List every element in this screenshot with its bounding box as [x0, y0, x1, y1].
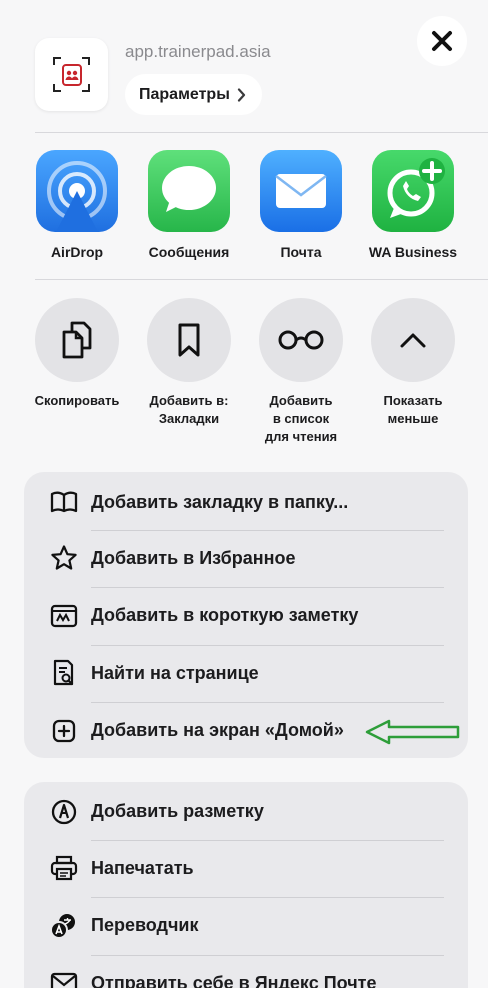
site-url: app.trainerpad.asia	[125, 42, 271, 61]
book-icon	[49, 487, 79, 517]
menu-label: Напечатать	[91, 857, 194, 878]
divider	[35, 132, 488, 133]
airdrop-icon	[36, 150, 118, 232]
menu-label: Найти на странице	[91, 662, 259, 683]
actions-menu-1: Добавить закладку в папку... Добавить в …	[24, 472, 468, 758]
app-label: Почта	[280, 244, 322, 260]
bookmark-icon	[147, 298, 231, 382]
menu-item-markup[interactable]: Добавить разметку	[24, 782, 468, 840]
app-mail[interactable]: Почта	[245, 150, 357, 260]
glasses-icon	[259, 298, 343, 382]
menu-item-quick-note[interactable]: Добавить в короткую заметку	[24, 587, 468, 645]
action-label: Добавить в: Закладки	[149, 393, 229, 426]
translate-icon	[49, 911, 79, 941]
close-icon	[432, 31, 452, 51]
markup-icon	[49, 797, 79, 827]
options-label: Параметры	[139, 85, 230, 103]
site-thumbnail	[35, 38, 108, 111]
actions-row: Скопировать Добавить в: Закладки Добавит…	[0, 298, 488, 448]
menu-label: Добавить в короткую заметку	[91, 605, 359, 626]
mail-icon	[260, 150, 342, 232]
print-icon	[49, 853, 79, 883]
options-button[interactable]: Параметры	[125, 74, 262, 115]
annotation-arrow-icon	[365, 719, 460, 745]
messages-icon	[148, 150, 230, 232]
find-on-page-icon	[49, 658, 79, 688]
actions-menu-2: Добавить разметку Напечатать Переводчик …	[24, 782, 468, 988]
menu-label: Отправить себе в Яндекс Почте	[91, 972, 377, 988]
apps-row: AirDrop Сообщения Почта WA Business	[0, 150, 488, 265]
app-airdrop[interactable]: AirDrop	[21, 150, 133, 260]
menu-item-print[interactable]: Напечатать	[24, 839, 468, 898]
star-icon	[49, 543, 79, 573]
app-label: Сообщения	[148, 244, 230, 260]
action-add-bookmark[interactable]: Добавить в: Закладки	[133, 298, 245, 428]
app-wa-business[interactable]: WA Business	[357, 150, 469, 260]
trainerpad-logo-icon	[61, 63, 82, 86]
action-label: Добавить в список для чтения	[264, 393, 338, 444]
menu-label: Переводчик	[91, 915, 199, 936]
divider	[35, 279, 488, 280]
menu-label: Добавить разметку	[91, 801, 264, 822]
app-label: WA Business	[368, 244, 458, 260]
menu-item-add-favorites[interactable]: Добавить в Избранное	[24, 529, 468, 588]
menu-item-send-yandex-mail[interactable]: Отправить себе в Яндекс Почте	[24, 954, 468, 988]
quick-note-icon	[49, 601, 79, 631]
menu-item-find-on-page[interactable]: Найти на странице	[24, 644, 468, 703]
action-copy[interactable]: Скопировать	[21, 298, 133, 410]
menu-item-translate[interactable]: Переводчик	[24, 897, 468, 955]
action-label: Скопировать	[34, 393, 120, 408]
add-square-icon	[49, 716, 79, 746]
chevron-up-icon	[371, 298, 455, 382]
chevron-right-icon	[237, 87, 245, 102]
whatsapp-business-icon	[372, 150, 454, 232]
app-label: AirDrop	[50, 244, 104, 260]
action-reading-list[interactable]: Добавить в список для чтения	[245, 298, 357, 446]
share-header: app.trainerpad.asia Параметры	[0, 0, 488, 133]
copy-icon	[35, 298, 119, 382]
menu-label: Добавить в Избранное	[91, 547, 296, 568]
menu-label: Добавить закладку в папку...	[91, 491, 349, 512]
envelope-icon	[49, 968, 79, 988]
action-label: Показать меньше	[383, 393, 443, 426]
action-show-less[interactable]: Показать меньше	[357, 298, 469, 428]
app-messages[interactable]: Сообщения	[133, 150, 245, 260]
close-button[interactable]	[417, 16, 467, 66]
menu-item-add-bookmark-folder[interactable]: Добавить закладку в папку...	[24, 472, 468, 530]
menu-label: Добавить на экран «Домой»	[91, 720, 344, 741]
share-sheet: app.trainerpad.asia Параметры AirDrop Со…	[0, 0, 488, 988]
